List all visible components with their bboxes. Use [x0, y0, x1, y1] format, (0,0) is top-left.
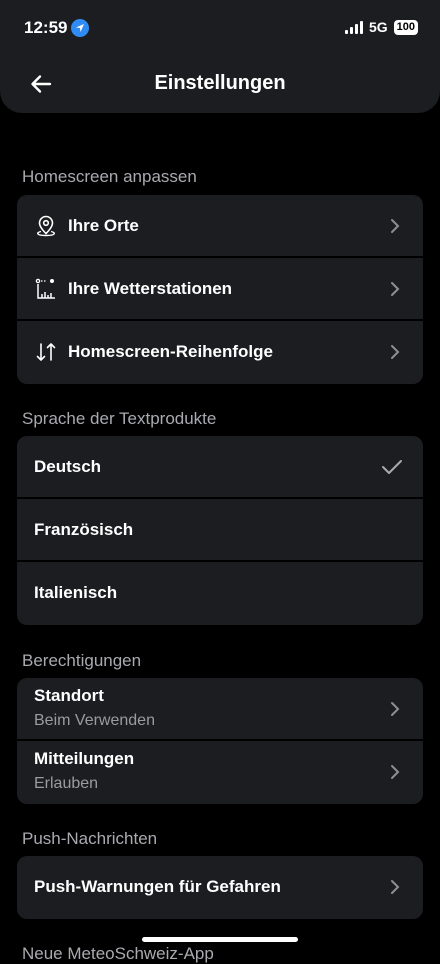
list-item-label: Push-Warnungen für Gefahren [34, 877, 281, 896]
section-label-push: Push-Nachrichten [22, 829, 158, 848]
permissions-card: Standort Beim Verwenden Mitteilungen Erl… [17, 678, 423, 804]
language-card: Deutsch Französisch Italienisch [17, 436, 423, 625]
list-item-label: Homescreen-Reihenfolge [68, 342, 273, 361]
language-option-deutsch[interactable]: Deutsch [17, 436, 423, 499]
status-time: 12:59 [24, 18, 90, 38]
language-option-italienisch[interactable]: Italienisch [17, 562, 423, 625]
list-item-label: Ihre Orte [68, 216, 139, 235]
signal-icon [344, 20, 363, 34]
list-item-mitteilungen[interactable]: Mitteilungen Erlauben [17, 741, 423, 804]
section-label-permissions: Berechtigungen [22, 651, 142, 670]
chevron-right-icon [391, 880, 400, 894]
clock: 12:59 [24, 18, 68, 37]
list-item-label: Französisch [34, 520, 134, 539]
list-item-homescreen-reihenfolge[interactable]: Homescreen-Reihenfolge [17, 321, 423, 384]
homescreen-card: Ihre Orte Ihre Wetterstationen Homescree… [17, 195, 423, 384]
chevron-right-icon [391, 702, 400, 716]
push-card: Push-Warnungen für Gefahren [17, 856, 423, 919]
list-item-ihre-wetterstationen[interactable]: Ihre Wetterstationen [17, 258, 423, 321]
list-item-value: Erlauben [34, 775, 99, 792]
reorder-icon [36, 343, 56, 361]
location-arrow-icon [71, 19, 90, 37]
language-option-franzoesisch[interactable]: Französisch [17, 499, 423, 562]
battery-icon: 100 [393, 19, 418, 35]
location-pin-icon [37, 215, 55, 237]
list-item-ihre-orte[interactable]: Ihre Orte [17, 195, 423, 258]
list-item-label: Standort [34, 686, 104, 705]
list-item-label: Italienisch [34, 583, 118, 602]
chevron-right-icon [391, 219, 400, 233]
list-item-label: Deutsch [34, 457, 102, 476]
chevron-right-icon [391, 765, 400, 779]
status-indicators: 5G 100 [344, 19, 418, 35]
network-type: 5G [368, 19, 388, 35]
list-item-push-warnungen[interactable]: Push-Warnungen für Gefahren [17, 856, 423, 919]
section-label-new-app: Neue MeteoSchweiz-App [22, 944, 214, 963]
weather-station-icon [35, 278, 55, 299]
top-bar: 12:59 5G 100 Einstellungen [0, 0, 440, 113]
list-item-standort[interactable]: Standort Beim Verwenden [17, 678, 423, 741]
page-title: Einstellungen [154, 72, 286, 94]
home-indicator[interactable] [142, 937, 298, 942]
list-item-value: Beim Verwenden [34, 712, 155, 729]
chevron-right-icon [391, 345, 400, 359]
list-item-label: Ihre Wetterstationen [68, 279, 233, 298]
checkmark-icon [382, 460, 402, 474]
section-label-language: Sprache der Textprodukte [22, 409, 217, 428]
chevron-right-icon [391, 282, 400, 296]
list-item-label: Mitteilungen [34, 749, 135, 768]
section-label-homescreen: Homescreen anpassen [22, 167, 197, 186]
